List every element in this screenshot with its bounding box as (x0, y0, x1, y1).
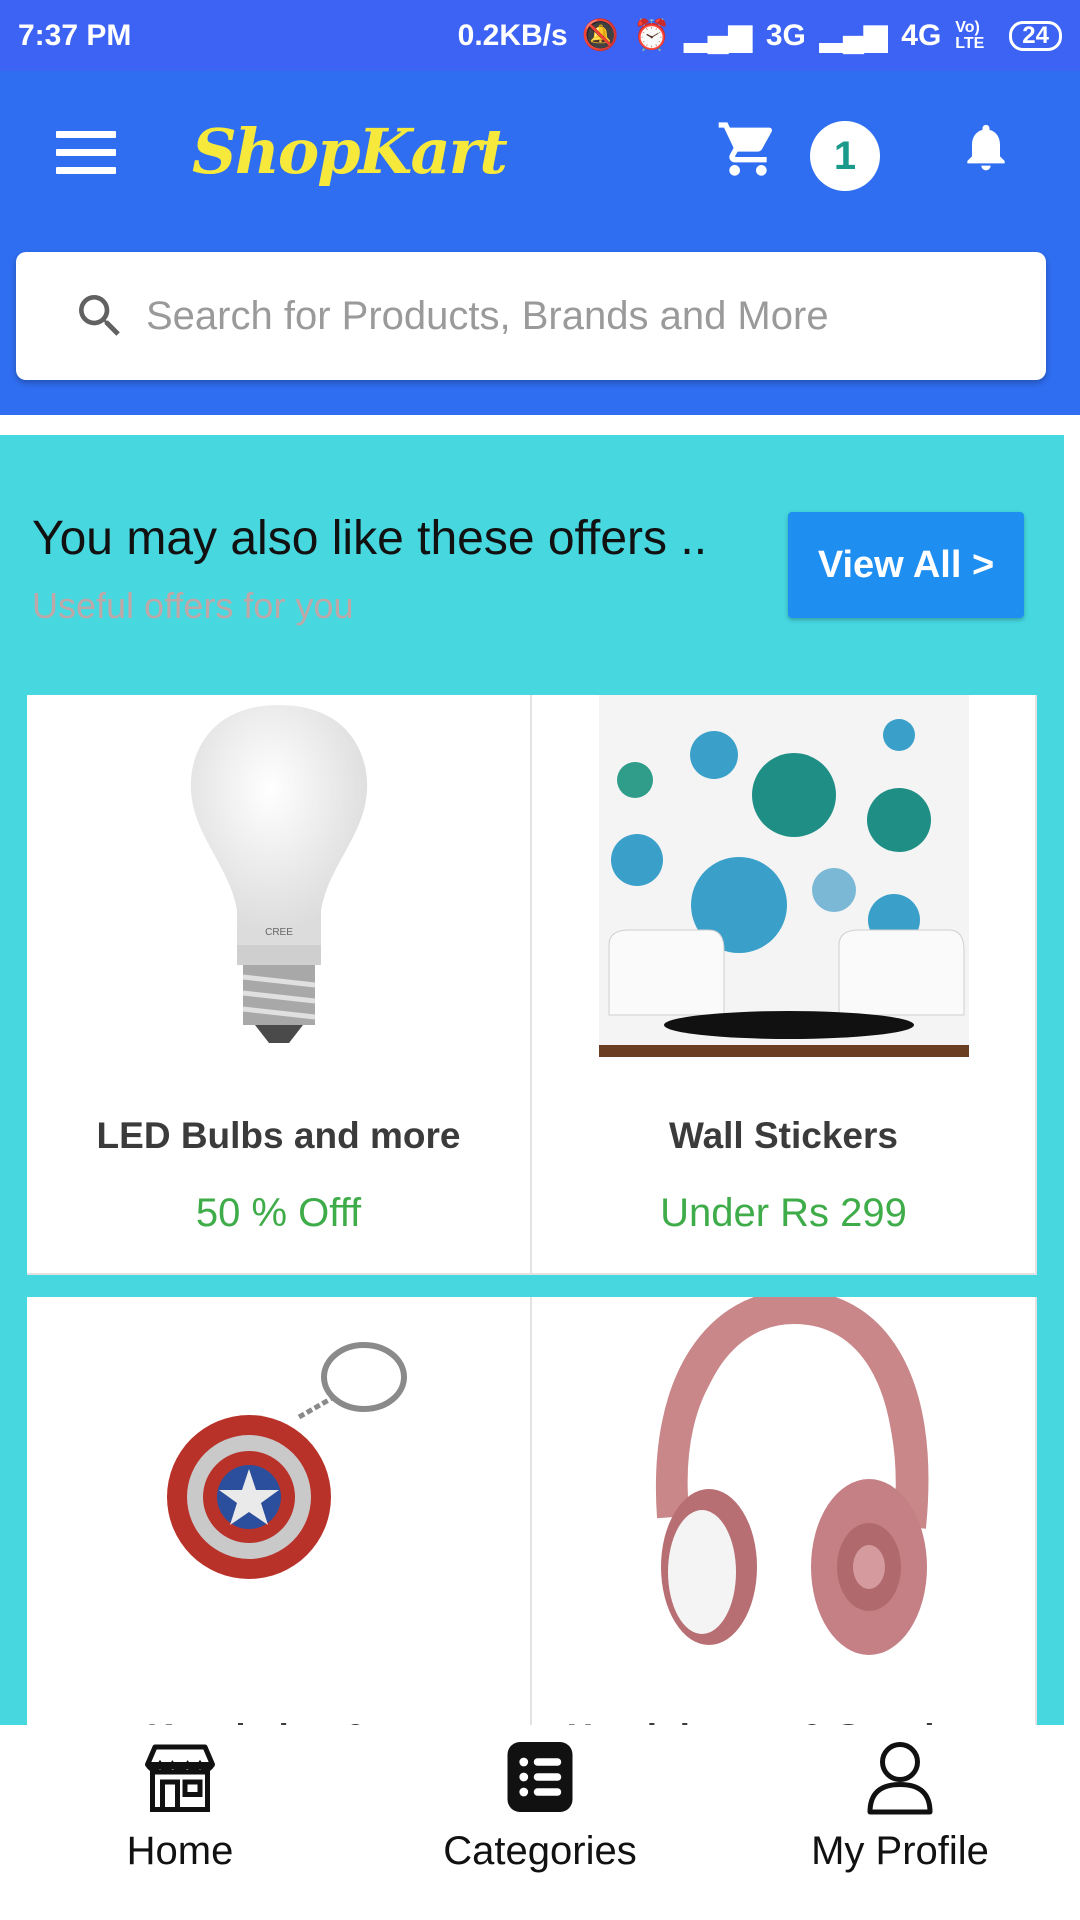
view-all-button[interactable]: View All > (788, 512, 1024, 618)
app-logo: ShopKart (192, 115, 508, 188)
offers-grid: CREE LED Bulbs and more 50 % Offf Wall S… (27, 695, 1037, 1725)
nav-profile-label: My Profile (811, 1829, 989, 1873)
list-icon (507, 1742, 573, 1812)
offers-section: You may also like these offers .. Useful… (0, 435, 1064, 1725)
search-icon (79, 295, 120, 336)
user-icon (867, 1742, 933, 1815)
net-speed: 0.2KB/s (457, 18, 568, 52)
menu-icon[interactable] (56, 131, 116, 175)
status-time: 7:37 PM (18, 18, 132, 52)
app-bar: ShopKart 1 (0, 71, 1080, 415)
offer-card[interactable]: Keychains & ... (27, 1297, 532, 1725)
store-icon (145, 1744, 215, 1812)
cart-icon[interactable] (716, 117, 780, 181)
nav-home[interactable]: Home (0, 1725, 360, 1920)
offers-title: You may also like these offers .. (32, 512, 708, 565)
offer-name: LED Bulbs and more (96, 1115, 461, 1156)
signal-icon-2: ▂▄▆ (819, 19, 888, 52)
battery-icon: 24 (1009, 20, 1062, 51)
volte-icon: Vo) LTE (955, 18, 985, 52)
offers-subtitle: Useful offers for you (32, 585, 354, 626)
pink-headphones-image (532, 1297, 1035, 1667)
offer-discount: 50 % Offf (195, 1191, 362, 1235)
svg-text:CREE: CREE (265, 927, 293, 938)
battery-level: 24 (1022, 21, 1049, 49)
offer-discount: Under Rs 299 (660, 1191, 907, 1235)
led-bulb-image: CREE (27, 695, 530, 1065)
offer-card[interactable]: Wall Stickers Under Rs 299 (532, 695, 1037, 1275)
offer-name: Wall Stickers (669, 1115, 898, 1156)
mute-icon: 🔕 (581, 19, 620, 52)
nav-home-label: Home (126, 1829, 234, 1873)
search-bar[interactable] (16, 252, 1046, 380)
cart-count-badge[interactable]: 1 (810, 121, 880, 191)
bottom-nav: Home Categories My Profile (0, 1725, 1080, 1920)
wall-stickers-image (532, 695, 1035, 1065)
nav-profile[interactable]: My Profile (720, 1725, 1080, 1920)
search-input[interactable] (146, 293, 1006, 339)
nav-categories[interactable]: Categories (360, 1725, 720, 1920)
network-3g: 3G (765, 18, 806, 52)
status-bar: 7:37 PM 0.2KB/s 🔕 ⏰ ▂▄▆ 3G ▂▄▆ 4G Vo) LT… (0, 0, 1080, 71)
network-4g: 4G (901, 18, 942, 52)
notification-bell-icon[interactable] (958, 115, 1014, 179)
offer-name: Headphones & Speakers (532, 1717, 1035, 1725)
signal-icon: ▂▄▆ (684, 19, 752, 52)
offer-name: Keychains & ... (27, 1717, 530, 1725)
alarm-icon: ⏰ (633, 19, 671, 52)
status-icons: 0.2KB/s 🔕 ⏰ ▂▄▆ 3G ▂▄▆ 4G Vo) LTE 24 (458, 18, 1062, 53)
offer-card[interactable]: CREE LED Bulbs and more 50 % Offf (27, 695, 532, 1275)
offer-card[interactable]: Headphones & Speakers (532, 1297, 1037, 1725)
captain-america-keychain-image (27, 1297, 530, 1667)
nav-categories-label: Categories (443, 1829, 637, 1873)
